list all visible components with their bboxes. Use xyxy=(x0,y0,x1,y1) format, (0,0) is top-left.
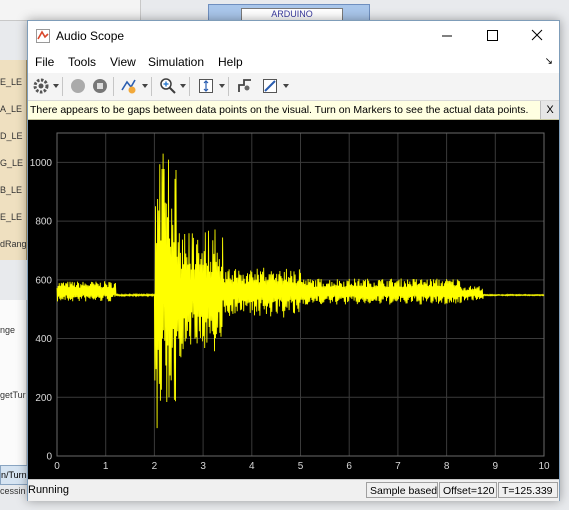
status-sample-mode: Sample based xyxy=(366,482,438,498)
scale-dropdown-arrow-icon[interactable] xyxy=(219,84,225,88)
x-tick-label: 4 xyxy=(249,461,255,472)
zoom-icon[interactable] xyxy=(158,76,178,96)
toolbar xyxy=(28,73,559,101)
block-label: dRang xyxy=(0,239,27,249)
style-icon[interactable] xyxy=(260,76,280,96)
x-tick-label: 3 xyxy=(200,461,206,472)
y-tick-label: 0 xyxy=(46,452,52,463)
run-icon[interactable] xyxy=(68,76,88,96)
style-dropdown-arrow-icon[interactable] xyxy=(283,84,289,88)
zoom-dropdown-arrow-icon[interactable] xyxy=(180,84,186,88)
block-label: cessin xyxy=(0,486,26,496)
minimize-button[interactable] xyxy=(424,21,470,51)
x-tick-label: 6 xyxy=(346,461,352,472)
toolbar-separator xyxy=(62,77,63,96)
close-icon xyxy=(531,29,543,41)
highlight-dropdown-arrow-icon[interactable] xyxy=(142,84,148,88)
menu-file[interactable]: File xyxy=(35,55,54,69)
info-message: There appears to be gaps between data po… xyxy=(30,104,529,116)
scope-plot[interactable]: 0 1 2 3 4 5 6 7 8 9 10 0 200 400 600 800 1000 xyxy=(28,120,559,479)
scale-axes-icon[interactable] xyxy=(196,76,216,96)
toolbar-separator xyxy=(189,77,190,96)
status-offset: Offset=120 xyxy=(439,482,497,498)
x-tick-label: 8 xyxy=(444,461,450,472)
block-label: n/Turn xyxy=(0,465,28,485)
minimize-icon xyxy=(442,35,452,37)
maximize-button[interactable] xyxy=(469,21,515,51)
x-tick-label: 9 xyxy=(493,461,499,472)
settings-icon[interactable] xyxy=(31,76,51,96)
maximize-icon xyxy=(487,30,498,41)
port-label: nge xyxy=(0,325,16,335)
measure-icon[interactable] xyxy=(235,76,255,96)
dock-arrow-icon[interactable]: ↘ xyxy=(545,56,553,67)
status-bar: Running Sample based Offset=120 T=125.33… xyxy=(28,479,559,501)
y-tick-label: 1000 xyxy=(30,158,53,169)
menu-simulation[interactable]: Simulation xyxy=(148,55,204,69)
x-tick-label: 10 xyxy=(538,461,550,472)
info-bar: There appears to be gaps between data po… xyxy=(28,101,559,120)
model-block xyxy=(0,0,141,21)
title-bar[interactable]: Audio Scope xyxy=(28,21,559,51)
y-tick-label: 800 xyxy=(35,217,52,228)
highlight-icon[interactable] xyxy=(119,76,139,96)
block-label: D_LE xyxy=(0,131,23,141)
y-tick-label: 200 xyxy=(35,393,52,404)
block-label: E_LE xyxy=(0,212,23,222)
menu-view[interactable]: View xyxy=(110,55,136,69)
stop-icon[interactable] xyxy=(90,76,110,96)
audio-scope-window: Audio Scope File Tools View Simulation H… xyxy=(27,20,560,501)
y-tick-label: 400 xyxy=(35,334,52,345)
status-time: T=125.339 xyxy=(498,482,558,498)
block-label: A_LE xyxy=(0,104,23,114)
toolbar-separator xyxy=(228,77,229,96)
block-label: B_LE xyxy=(0,185,23,195)
x-tick-label: 1 xyxy=(103,461,109,472)
info-close-button[interactable]: X xyxy=(540,101,559,119)
window-title: Audio Scope xyxy=(56,29,125,43)
block-label: E_LE xyxy=(0,77,23,87)
scope-display[interactable]: 0 1 2 3 4 5 6 7 8 9 10 0 200 400 600 800 1000 xyxy=(28,120,559,479)
menu-bar: File Tools View Simulation Help ↘ xyxy=(28,51,559,73)
x-tick-label: 7 xyxy=(395,461,401,472)
block-label: G_LE xyxy=(0,158,24,168)
status-running: Running xyxy=(28,484,69,496)
x-tick-label: 5 xyxy=(298,461,304,472)
x-tick-label: 0 xyxy=(54,461,60,472)
x-tick-label: 2 xyxy=(152,461,158,472)
scope-app-icon xyxy=(36,29,50,43)
menu-help[interactable]: Help xyxy=(218,55,243,69)
menu-tools[interactable]: Tools xyxy=(68,55,96,69)
y-tick-label: 600 xyxy=(35,275,52,286)
settings-dropdown-arrow-icon[interactable] xyxy=(53,84,59,88)
close-button[interactable] xyxy=(514,21,560,51)
toolbar-separator xyxy=(151,77,152,96)
port-label: getTur xyxy=(0,390,26,400)
toolbar-separator xyxy=(113,77,114,96)
